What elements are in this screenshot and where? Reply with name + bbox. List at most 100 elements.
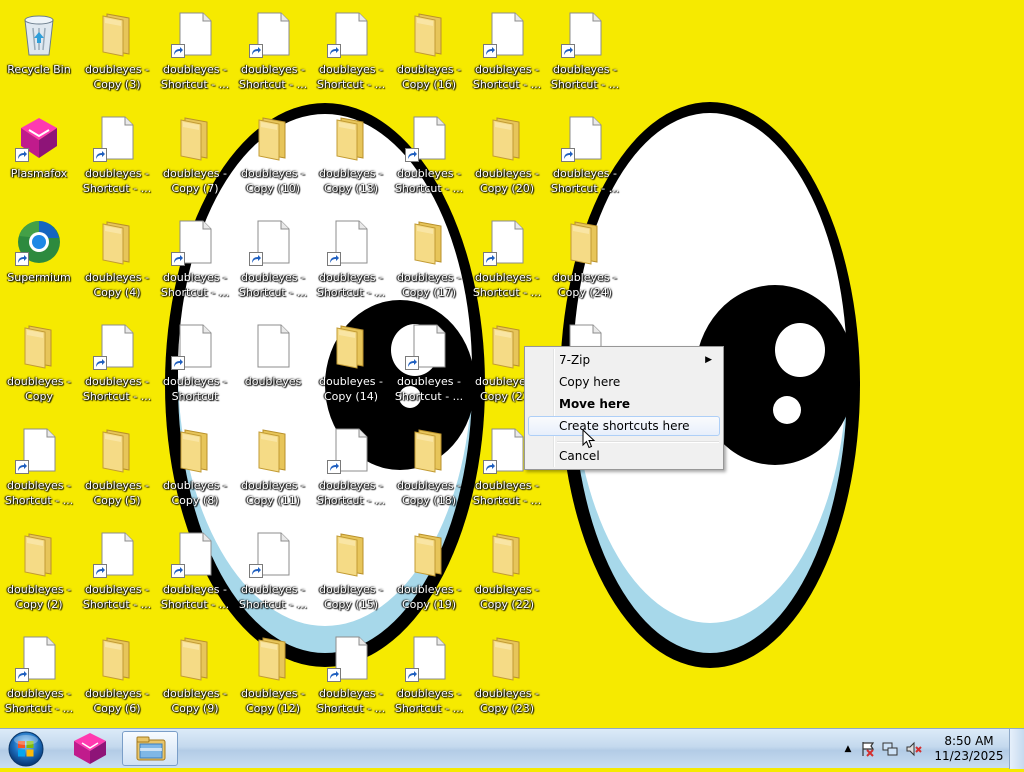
desktop-icon-shortcut[interactable]: doubleyes - Shortcut - ... — [314, 212, 388, 312]
desktop-icon-shortcut[interactable]: doubleyes - Shortcut - ... — [236, 212, 310, 312]
desktop-icon-label: doubleyes - Shortcut - ... — [316, 687, 386, 715]
desktop-icon-plasmafox[interactable]: Plasmafox — [2, 108, 76, 208]
shortcut-file-icon — [249, 530, 297, 578]
folder-icon — [405, 530, 453, 578]
shortcut-arrow-icon — [15, 460, 29, 474]
desktop-icon-label: doubleyes - Shortcut - ... — [550, 167, 620, 195]
desktop-icon-shortcut[interactable]: doubleyes - Shortcut - ... — [158, 4, 232, 104]
desktop-icon-shortcut[interactable]: doubleyes - Shortcut - ... — [548, 4, 622, 104]
desktop-icon-folder[interactable]: doubleyes - Copy (24) — [548, 212, 622, 312]
action-center-icon[interactable] — [860, 741, 876, 757]
shortcut-arrow-icon — [483, 44, 497, 58]
show-hidden-icons-button[interactable]: ▲ — [840, 741, 856, 757]
desktop-icon-folder[interactable]: doubleyes - Copy — [2, 316, 76, 416]
desktop-icon-folder[interactable]: doubleyes - Copy (8) — [158, 420, 232, 520]
desktop-icon-folder[interactable]: doubleyes - Copy (14) — [314, 316, 388, 416]
desktop-icon-folder[interactable]: doubleyes - Copy (6) — [80, 628, 154, 728]
desktop-icon-shortcut[interactable]: doubleyes - Shortcut - ... — [80, 316, 154, 416]
desktop-icon-shortcut[interactable]: doubleyes - Shortcut - ... — [392, 316, 466, 416]
folder-icon — [327, 530, 375, 578]
desktop-icon-folder[interactable]: doubleyes - Copy (7) — [158, 108, 232, 208]
folder-icon — [171, 426, 219, 474]
desktop-icon-folder[interactable]: doubleyes - Copy (18) — [392, 420, 466, 520]
menu-item-7zip[interactable]: 7-Zip ▶ — [528, 350, 720, 370]
desktop-icon-label: doubleyes - Copy (18) — [397, 479, 461, 507]
shortcut-file-icon — [171, 530, 219, 578]
desktop-icon-folder[interactable]: doubleyes - Copy (2) — [2, 524, 76, 624]
desktop-icon-folder[interactable]: doubleyes - Copy (9) — [158, 628, 232, 728]
desktop-icon-shortcut[interactable]: doubleyes - Shortcut - ... — [236, 524, 310, 624]
desktop-icon-folder[interactable]: doubleyes - Copy (11) — [236, 420, 310, 520]
desktop-icon-shortcut[interactable]: doubleyes - Shortcut - ... — [392, 628, 466, 728]
menu-item-create-shortcuts-here[interactable]: Create shortcuts here — [528, 416, 720, 436]
desktop-icon-folder[interactable]: doubleyes - Copy (12) — [236, 628, 310, 728]
desktop-icon-bin[interactable]: Recycle Bin — [2, 4, 76, 104]
desktop-icon-shortcut[interactable]: doubleyes - Shortcut - ... — [80, 524, 154, 624]
desktop-icon-folder[interactable]: doubleyes - Copy (16) — [392, 4, 466, 104]
shortcut-arrow-icon — [171, 44, 185, 58]
desktop-icon-supermium[interactable]: Supermium — [2, 212, 76, 312]
desktop-icon-shortcut[interactable]: doubleyes - Shortcut - ... — [2, 420, 76, 520]
desktop-icon-label: doubleyes - Shortcut - ... — [316, 63, 386, 91]
explorer-taskbar-button[interactable] — [122, 731, 178, 766]
desktop-icon-shortcut[interactable]: doubleyes - Shortcut - ... — [158, 524, 232, 624]
desktop-icon-shortcut[interactable]: doubleyes - Shortcut - ... — [314, 628, 388, 728]
desktop-icon-folder[interactable]: doubleyes - Copy (20) — [470, 108, 544, 208]
shortcut-file-icon — [561, 114, 609, 162]
shortcut-arrow-icon — [93, 148, 107, 162]
desktop-icon-shortcut[interactable]: doubleyes - Shortcut - ... — [2, 628, 76, 728]
desktop-icon-shortcut[interactable]: doubleyes - Shortcut — [158, 316, 232, 416]
desktop-icon-folder[interactable]: doubleyes - Copy (3) — [80, 4, 154, 104]
desktop-icon-folder[interactable]: doubleyes - Copy (5) — [80, 420, 154, 520]
desktop-icon-shortcut[interactable]: doubleyes - Shortcut - ... — [392, 108, 466, 208]
menu-item-cancel[interactable]: Cancel — [528, 446, 720, 466]
desktop-icon-shortcut[interactable]: doubleyes - Shortcut - ... — [470, 4, 544, 104]
desktop-icon-folder[interactable]: doubleyes - Copy (19) — [392, 524, 466, 624]
desktop-icon-label: doubleyes - Shortcut - ... — [550, 63, 620, 91]
shortcut-arrow-icon — [93, 564, 107, 578]
menu-item-move-here[interactable]: Move here — [528, 394, 720, 414]
desktop-icon-label: doubleyes - Shortcut - ... — [472, 479, 542, 507]
desktop-icon-file[interactable]: doubleyes — [236, 316, 310, 416]
desktop-icon-shortcut[interactable]: doubleyes - Shortcut - ... — [80, 108, 154, 208]
system-clock[interactable]: 8:50 AM 11/23/2025 — [934, 734, 1004, 764]
start-button[interactable] — [4, 730, 48, 768]
menu-item-label: Cancel — [559, 449, 600, 463]
show-desktop-button[interactable] — [1009, 729, 1024, 769]
desktop-icon-label: doubleyes - Copy (3) — [85, 63, 149, 91]
mouse-pointer-icon — [582, 429, 596, 449]
desktop-icon-folder[interactable]: doubleyes - Copy (22) — [470, 524, 544, 624]
clock-date: 11/23/2025 — [934, 749, 1004, 763]
shortcut-arrow-icon — [561, 148, 575, 162]
desktop-icon-shortcut[interactable]: doubleyes - Shortcut - ... — [158, 212, 232, 312]
network-icon[interactable] — [882, 741, 898, 757]
menu-item-copy-here[interactable]: Copy here — [528, 372, 720, 392]
volume-muted-icon[interactable] — [906, 741, 922, 757]
desktop-icon-shortcut[interactable]: doubleyes - Shortcut - ... — [314, 4, 388, 104]
shortcut-arrow-icon — [405, 148, 419, 162]
desktop-icon-folder[interactable]: doubleyes - Copy (17) — [392, 212, 466, 312]
shortcut-file-icon — [171, 322, 219, 370]
desktop-icon-label: doubleyes - Shortcut - ... — [238, 583, 308, 611]
desktop-icon-shortcut[interactable]: doubleyes - Shortcut - ... — [470, 212, 544, 312]
shortcut-file-icon — [171, 10, 219, 58]
shortcut-file-icon — [405, 634, 453, 682]
shortcut-file-icon — [405, 322, 453, 370]
folder-icon — [249, 426, 297, 474]
plasmafox-taskbar-button[interactable] — [62, 731, 118, 766]
shortcut-arrow-icon — [171, 252, 185, 266]
desktop-icon-folder[interactable]: doubleyes - Copy (4) — [80, 212, 154, 312]
desktop-icon-shortcut[interactable]: doubleyes - Shortcut - ... — [548, 108, 622, 208]
shortcut-arrow-icon — [171, 564, 185, 578]
desktop-icon-folder[interactable]: doubleyes - Copy (13) — [314, 108, 388, 208]
desktop[interactable]: Recycle Bin doubleyes - Copy (3) doubleyes… — [0, 0, 1024, 728]
desktop-icon-folder[interactable]: doubleyes - Copy (15) — [314, 524, 388, 624]
desktop-icon-folder[interactable]: doubleyes - Copy (10) — [236, 108, 310, 208]
desktop-icon-shortcut[interactable]: doubleyes - Shortcut - ... — [314, 420, 388, 520]
desktop-icon-shortcut[interactable]: doubleyes - Shortcut - ... — [236, 4, 310, 104]
shortcut-file-icon — [93, 530, 141, 578]
desktop-icon-folder[interactable]: doubleyes - Copy (23) — [470, 628, 544, 728]
desktop-icon-label: doubleyes - Shortcut - ... — [238, 63, 308, 91]
desktop-icon-label: doubleyes - Copy (10) — [241, 167, 305, 195]
shortcut-file-icon — [15, 426, 63, 474]
